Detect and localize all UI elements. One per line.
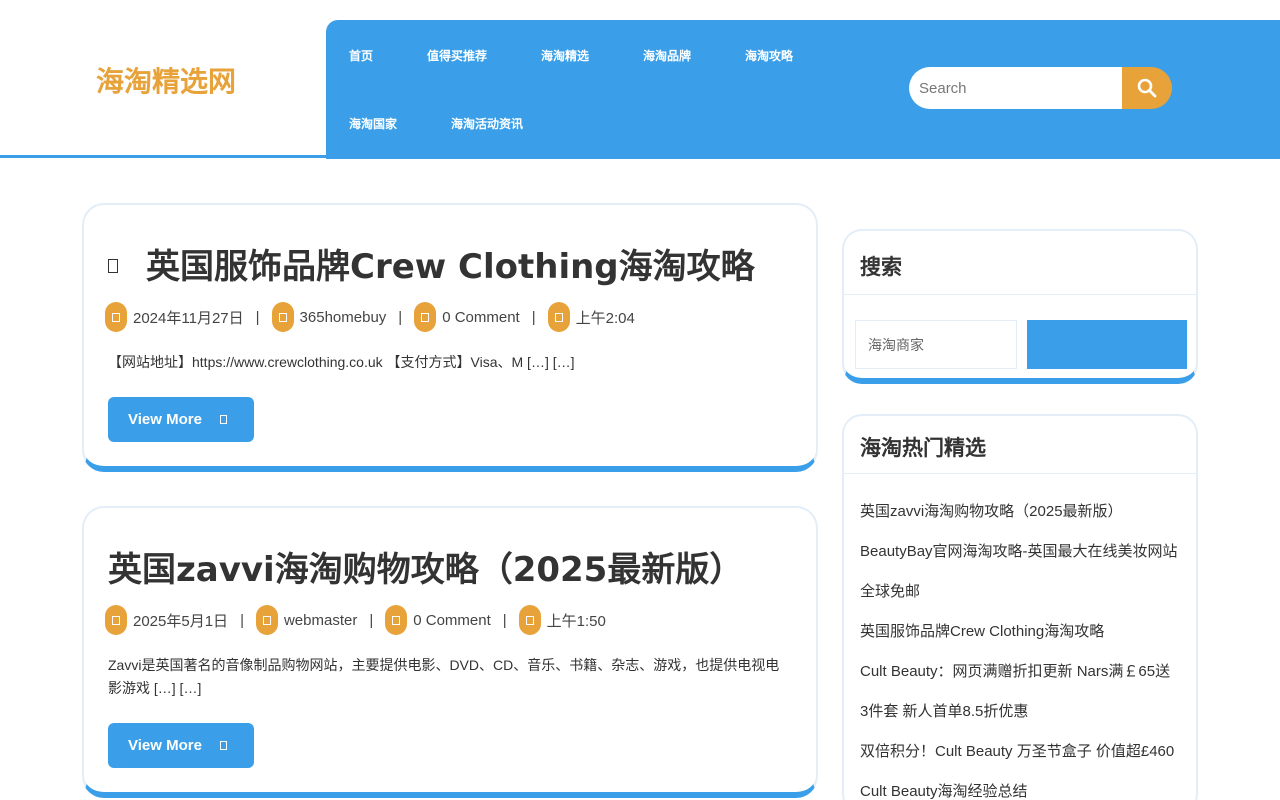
sidebar-search-input[interactable] (855, 320, 1017, 369)
clock-icon (518, 605, 541, 635)
post-meta: 2024年11月27日 | 365homebuy | 0 Comment | 上… (105, 302, 635, 332)
hot-list-item[interactable]: BeautyBay官网海淘攻略-英国最大在线美妆网站 (860, 540, 1178, 561)
site-logo[interactable]: 海淘精选网 (96, 60, 236, 100)
post-title-text[interactable]: 英国服饰品牌Crew Clothing海淘攻略 (146, 247, 755, 287)
post-author[interactable]: 365homebuy (300, 309, 387, 326)
user-icon (255, 605, 278, 635)
search-icon (1137, 78, 1157, 98)
post-title[interactable]: 英国服饰品牌Crew Clothing海淘攻略 (108, 239, 755, 288)
sidebar-search-button[interactable] (1027, 320, 1187, 369)
meta-separator: | (240, 611, 244, 629)
widget-title: 海淘热门精选 (860, 436, 986, 460)
nav-item-deals[interactable]: 海淘活动资讯 (451, 115, 523, 132)
nav-item-selection[interactable]: 海淘精选 (541, 47, 589, 64)
pin-icon (108, 258, 118, 273)
search-button[interactable] (1122, 67, 1172, 109)
nav-item-guides[interactable]: 海淘攻略 (745, 47, 793, 64)
hot-list-item[interactable]: 3件套 新人首单8.5折优惠 (860, 700, 1028, 721)
sidebar-search-widget: 搜索 (842, 229, 1198, 384)
widget-divider (844, 473, 1196, 474)
post-date[interactable]: 2025年5月1日 (133, 610, 228, 631)
post-excerpt: Zavvi是英国著名的音像制品购物网站，主要提供电影、DVD、CD、音乐、书籍、… (108, 657, 780, 696)
view-more-button[interactable]: View More (108, 723, 254, 768)
post-comments[interactable]: 0 Comment (413, 612, 491, 629)
post-meta: 2025年5月1日 | webmaster | 0 Comment | 上午1:… (105, 605, 606, 635)
header-search (909, 67, 1172, 109)
post-time: 上午1:50 (546, 612, 606, 630)
comment-icon (385, 605, 408, 635)
hot-list-item[interactable]: 双倍积分！Cult Beauty 万圣节盒子 价值超£460 (860, 740, 1174, 761)
comment-icon (414, 302, 437, 332)
nav-item-countries[interactable]: 海淘国家 (349, 115, 397, 132)
arrow-icon (219, 415, 227, 424)
nav-item-home[interactable]: 首页 (349, 47, 373, 64)
calendar-icon (105, 605, 127, 635)
post-time: 上午2:04 (575, 309, 635, 327)
widget-title: 搜索 (860, 255, 902, 279)
arrow-icon (219, 741, 227, 750)
hot-list-item[interactable]: Cult Beauty：网页满赠折扣更新 Nars满￡65送 (860, 660, 1170, 681)
view-more-label: View More (128, 411, 202, 428)
meta-separator: | (398, 308, 403, 326)
post-author[interactable]: webmaster (284, 612, 357, 629)
meta-separator: | (369, 611, 374, 629)
calendar-icon (105, 302, 127, 332)
post-title[interactable]: 英国zavvi海淘购物攻略（2025最新版） (108, 542, 743, 591)
post-card: 英国zavvi海淘购物攻略（2025最新版） 2025年5月1日 | webma… (82, 506, 818, 798)
nav-item-recommend[interactable]: 值得买推荐 (427, 47, 487, 64)
hot-list-item[interactable]: 全球免邮 (860, 580, 920, 601)
view-more-label: View More (128, 737, 202, 754)
post-comments[interactable]: 0 Comment (442, 309, 520, 326)
post-excerpt: 【网站地址】https://www.crewclothing.co.uk 【支付… (108, 354, 575, 370)
search-input[interactable] (909, 67, 1129, 109)
widget-divider (844, 294, 1196, 295)
meta-separator: | (255, 308, 260, 326)
nav-item-brands[interactable]: 海淘品牌 (643, 47, 691, 64)
user-icon (271, 302, 294, 332)
post-card: 英国服饰品牌Crew Clothing海淘攻略 2024年11月27日 | 36… (82, 203, 818, 472)
hot-list-item[interactable]: Cult Beauty海淘经验总结 (860, 780, 1028, 800)
sidebar-hot-widget: 海淘热门精选 英国zavvi海淘购物攻略（2025最新版） BeautyBay官… (842, 414, 1198, 800)
hot-list-item[interactable]: 英国zavvi海淘购物攻略（2025最新版） (860, 500, 1123, 521)
site-header: 海淘精选网 首页 值得买推荐 海淘精选 海淘品牌 海淘攻略 海淘国家 海淘活动资… (0, 0, 1280, 159)
brand-area: 海淘精选网 (0, 0, 326, 158)
hot-list-item[interactable]: 英国服饰品牌Crew Clothing海淘攻略 (860, 620, 1104, 641)
meta-separator: | (502, 611, 507, 629)
view-more-button[interactable]: View More (108, 397, 254, 442)
clock-icon (547, 302, 570, 332)
meta-separator: | (531, 308, 536, 326)
post-date[interactable]: 2024年11月27日 (133, 307, 244, 328)
